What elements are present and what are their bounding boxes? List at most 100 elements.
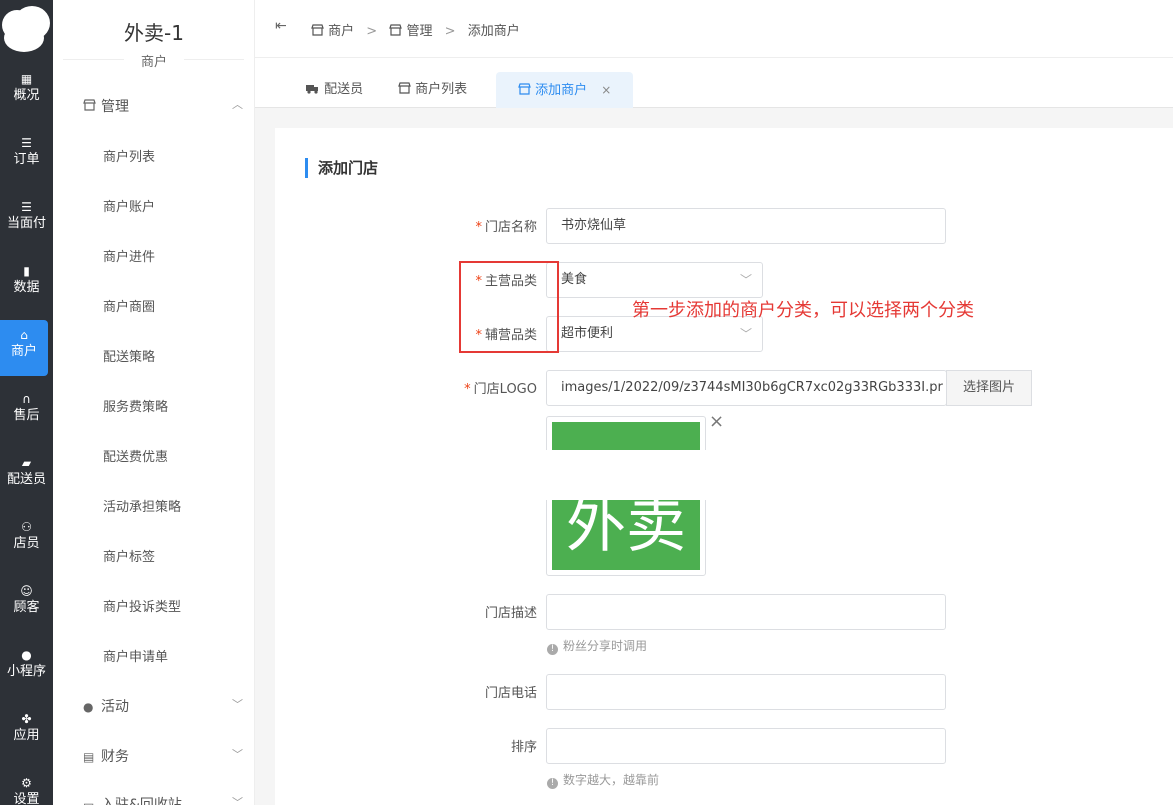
rail-item-label: 订单 [13,152,40,167]
sidebar-item[interactable]: 配送费优惠 [103,446,168,465]
staff-icon: ⚇ [21,520,32,534]
sidebar-item[interactable]: 商户投诉类型 [103,596,181,615]
close-tab-icon[interactable]: × [601,83,611,97]
sort-input[interactable] [546,728,946,764]
store-name-input[interactable]: 书亦烧仙草 [546,208,946,244]
chevron-down-icon: ﹀ [232,698,243,711]
select-value: 超市便利 [561,326,614,341]
chevron-down-icon: ﹀ [232,748,243,761]
sidebar-item[interactable]: 商户申请单 [103,646,168,665]
main-content: 添加门店 * 门店名称 书亦烧仙草 * 主营品类 美食 ﹀ * 辅营品类 超市便利 ﹀… [255,108,1173,805]
tab-delivery[interactable]: 配送员 [305,72,363,108]
sidebar-item[interactable]: 服务费策略 [103,396,168,415]
select-value: 美食 [561,272,588,287]
select-image-button[interactable]: 选择图片 [946,370,1033,406]
rail-item[interactable]: ☰ 订单 [0,128,53,184]
rail-item-label: 数据 [13,280,40,295]
redaction-mark [517,450,757,474]
rail-item[interactable]: ● 小程序 [0,640,53,696]
main-category-select[interactable]: 美食 ﹀ [546,262,763,298]
store-icon [83,99,97,114]
logo-path-input[interactable]: images/1/2022/09/z3744sMI30b6gCR7xc02g33… [546,370,947,406]
sidebar-item[interactable]: 商户标签 [103,546,155,565]
list-icon: ☰ [21,136,32,150]
form-title: 添加门店 [305,158,378,178]
highlight-box [459,261,559,353]
store-icon [518,83,531,98]
sidebar-item[interactable]: 商户账户 [103,196,155,215]
logo-image-text: 外卖 [566,491,686,561]
rail-item-label: 概况 [13,88,40,103]
rail-item-label: 配送员 [6,472,46,487]
rail-item-label: 店员 [13,536,40,551]
tab-add-merchant[interactable]: 添加商户 × [496,72,634,108]
wechat-icon: ● [21,648,32,662]
breadcrumb-item[interactable]: 管理 [406,24,432,39]
sidebar-item[interactable]: 商户商圈 [103,296,155,315]
store-icon [311,24,324,39]
finance-icon: ▤ [83,750,95,764]
annotation-text: 第一步添加的商户分类，可以选择两个分类 [632,300,974,321]
rail-item[interactable]: ✤ 应用 [0,704,53,760]
sidebar-item[interactable]: 商户进件 [103,246,155,265]
sidebar-group-label: 财务 [101,749,129,765]
list-icon: ☰ [21,200,32,214]
store-icon [389,24,403,39]
top-header: ⇤ 商户 > 管理 > 添加商户 [255,0,1173,58]
sidebar-item[interactable]: 商户列表 [103,146,155,165]
bar-chart-icon: ▮ [23,264,30,278]
inbox-icon: ▭ [83,798,95,805]
rail-item-label: 设置 [13,792,40,805]
breadcrumb-item[interactable]: 商户 [328,24,354,39]
apps-icon: ✤ [21,712,32,726]
rail-item-label: 售后 [13,408,40,423]
rail-item[interactable]: ⚙ 设置 [0,768,53,805]
breadcrumb: 商户 > 管理 > 添加商户 [311,20,520,39]
remove-image-icon[interactable]: × [709,411,724,432]
store-name-label: * 门店名称 [475,220,537,235]
info-icon: ! [547,778,558,789]
sidebar-subtitle: 商户 [124,51,184,70]
rail-item[interactable]: ☺ 顾客 [0,576,53,632]
phone-input[interactable] [546,674,946,710]
rail-item[interactable]: ▦ 概况 [0,64,53,120]
breadcrumb-separator: > [444,24,456,39]
description-input[interactable] [546,594,946,630]
sidebar-title: 外卖-1 [124,21,184,45]
delivery-icon: ▰ [21,456,32,470]
sidebar-group-recycle[interactable]: ▭ 入驻&回收站 ﹀ [83,794,243,805]
rail-item-label: 顾客 [13,600,40,615]
sidebar-item[interactable]: 配送策略 [103,346,155,365]
collapse-menu-icon[interactable]: ⇤ [275,18,287,34]
delivery-icon [305,82,320,97]
chevron-down-icon: ﹀ [739,273,752,287]
settings-icon: ⚙ [21,776,32,790]
rail-item[interactable]: ☰ 当面付 [0,192,53,248]
description-hint: ! 粉丝分享时调用 [547,637,647,655]
rail-item[interactable]: ⌂ 商户 [0,320,48,376]
info-icon: ! [547,644,558,655]
tab-merchant-list[interactable]: 商户列表 [398,72,467,108]
required-marker: * [475,220,482,235]
rail-item-label: 当面付 [6,216,46,231]
chevron-down-icon: ﹀ [739,327,752,341]
sidebar-group-manage[interactable]: 管理 ︿ [83,96,243,116]
rail-item-label: 商户 [10,344,37,359]
sidebar-group-finance[interactable]: ▤ 财务 ﹀ [83,746,243,766]
sidebar-item[interactable]: 活动承担策略 [103,496,181,515]
rail-item[interactable]: ∩ 售后 [0,384,53,440]
tab-label: 添加商户 [535,83,588,98]
rail-item[interactable]: ⚇ 店员 [0,512,53,568]
form-card: 添加门店 * 门店名称 书亦烧仙草 * 主营品类 美食 ﹀ * 辅营品类 超市便利 ﹀… [275,128,1173,805]
chevron-down-icon: ﹀ [232,796,243,805]
rail-item[interactable]: ▰ 配送员 [0,448,53,504]
sidebar-group-label: 管理 [101,99,129,115]
store-icon: ⌂ [20,328,28,342]
app-logo [0,4,53,56]
sidebar-group-activity[interactable]: ● 活动 ﹀ [83,696,243,716]
headset-icon: ∩ [22,392,31,406]
sort-label: 排序 [510,740,537,755]
tab-label: 配送员 [324,82,364,97]
sidebar-group-label: 活动 [101,699,129,715]
rail-item[interactable]: ▮ 数据 [0,256,53,312]
